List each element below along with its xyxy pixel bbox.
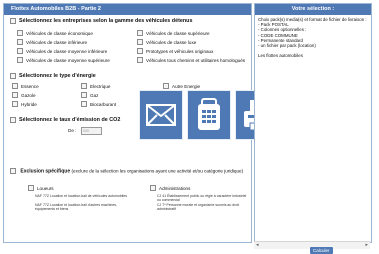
vehicle-option[interactable]: Véhicules de classe moyenne inférieure xyxy=(17,48,107,54)
option-label: Véhicules de classe économique xyxy=(26,30,93,36)
checkbox[interactable] xyxy=(17,39,23,45)
option-label: Essence xyxy=(21,83,39,89)
loueurs-note: NAF 77Z Location et location-bail d'autr… xyxy=(35,203,117,212)
checkbox[interactable] xyxy=(163,83,169,89)
vehicle-option[interactable]: Véhicules de classe moyenne supérieure xyxy=(17,57,110,63)
vehicle-range-title: Sélectionnez les entreprises selon la ga… xyxy=(19,18,193,24)
energy-title: Sélectionnez le type d'énergie xyxy=(19,73,96,79)
option-label: Véhicules de classe luxe xyxy=(146,39,197,45)
checkbox[interactable] xyxy=(12,92,18,98)
energy-section: Sélectionnez le type d'énergie xyxy=(4,73,251,79)
loueurs-note: NAF 77Z Location et location-bail de véh… xyxy=(35,194,128,198)
exclusion-title: Exclusion spécifique xyxy=(20,168,71,175)
checkbox[interactable] xyxy=(137,39,143,45)
option-label: Véhicules de classe moyenne supérieure xyxy=(26,57,110,63)
envelope-icon[interactable] xyxy=(139,90,183,140)
exclusion-description: (exclure de la sélection les organisatio… xyxy=(71,168,244,174)
vehicle-range-section: Sélectionnez les entreprises selon la ga… xyxy=(4,18,251,24)
checkbox[interactable] xyxy=(17,30,23,36)
energy-option[interactable]: Autre Energie xyxy=(163,83,200,89)
admin-note: CJ 41 Établissement public ou régie à ca… xyxy=(157,194,247,203)
sidebar-title: Votre sélection : xyxy=(255,4,371,15)
phone-icon[interactable] xyxy=(187,90,231,140)
exclusion-loueurs[interactable]: Loueurs xyxy=(28,185,54,191)
option-label: Véhicules de classe inférieure xyxy=(26,39,88,45)
vehicle-option[interactable]: Véhicules de classe luxe xyxy=(137,39,196,45)
option-label: Electrique xyxy=(90,83,111,89)
scroll-right-icon[interactable]: ▸ xyxy=(365,242,368,249)
energy-checkbox[interactable] xyxy=(10,73,16,79)
checkbox[interactable] xyxy=(137,57,143,63)
vehicle-option[interactable]: Véhicules de classe supérieure xyxy=(137,30,210,36)
energy-option[interactable]: Gazole xyxy=(12,92,36,98)
co2-from-input[interactable]: 000 xyxy=(81,127,102,135)
checkbox[interactable] xyxy=(150,185,156,191)
option-label: Gaz xyxy=(90,92,99,98)
energy-option[interactable]: Biocarburant xyxy=(81,101,116,107)
checkbox[interactable] xyxy=(137,30,143,36)
option-label: Hybride xyxy=(21,101,37,107)
option-label: Véhicules de classe supérieure xyxy=(146,30,210,36)
vehicle-option[interactable]: Véhicules tous chemins et utilitaires ho… xyxy=(137,57,245,63)
option-label: Autre Energie xyxy=(172,83,201,89)
energy-option[interactable]: Electrique xyxy=(81,83,110,89)
checkbox[interactable] xyxy=(17,48,23,54)
exclusion-administrations[interactable]: Administrations xyxy=(150,185,190,191)
checkbox[interactable] xyxy=(137,48,143,54)
checkbox[interactable] xyxy=(81,92,87,98)
checkbox[interactable] xyxy=(28,185,34,191)
energy-option[interactable]: Essence xyxy=(12,83,39,89)
option-label: Administrations xyxy=(159,185,191,191)
option-label: Loueurs xyxy=(37,185,54,191)
checkbox[interactable] xyxy=(17,57,23,63)
vehicle-option[interactable]: Prototypes et véhicules originaux xyxy=(137,48,213,54)
energy-option[interactable]: Hybride xyxy=(12,101,37,107)
option-label: Prototypes et véhicules originaux xyxy=(146,48,214,54)
vehicle-range-checkbox[interactable] xyxy=(10,18,16,24)
co2-checkbox[interactable] xyxy=(10,117,16,123)
checkbox[interactable] xyxy=(81,83,87,89)
selection-sidebar: Votre sélection : Choix pack(s) media(s)… xyxy=(254,3,372,243)
exclusion-section: Exclusion spécifique (exclure de la séle… xyxy=(4,168,251,174)
panel-title: Flottes Automobiles B2B - Partie 2 xyxy=(4,4,251,15)
option-label: Gazole xyxy=(21,92,36,98)
checkbox[interactable] xyxy=(12,101,18,107)
vehicle-option[interactable]: Véhicules de classe inférieure xyxy=(17,39,87,45)
exclusion-checkbox[interactable] xyxy=(10,168,16,174)
option-label: Véhicules de classe moyenne inférieure xyxy=(26,48,108,54)
co2-from-label: De : xyxy=(68,128,77,133)
option-label: Biocarburant xyxy=(90,101,117,107)
vehicle-option[interactable]: Véhicules de classe économique xyxy=(17,30,93,36)
selection-summary: Choix pack(s) media(s) et format de fich… xyxy=(258,17,367,59)
co2-title: Sélectionnez le taux d'émission de CO2 xyxy=(19,117,121,123)
checkbox[interactable] xyxy=(12,83,18,89)
option-label: Véhicules tous chemins et utilitaires ho… xyxy=(146,57,246,63)
energy-option[interactable]: Gaz xyxy=(81,92,98,98)
scroll-left-icon[interactable]: ◂ xyxy=(256,242,259,249)
checkbox[interactable] xyxy=(81,101,87,107)
admin-note: CJ 7* Personne morale et organisme soumi… xyxy=(157,203,240,212)
